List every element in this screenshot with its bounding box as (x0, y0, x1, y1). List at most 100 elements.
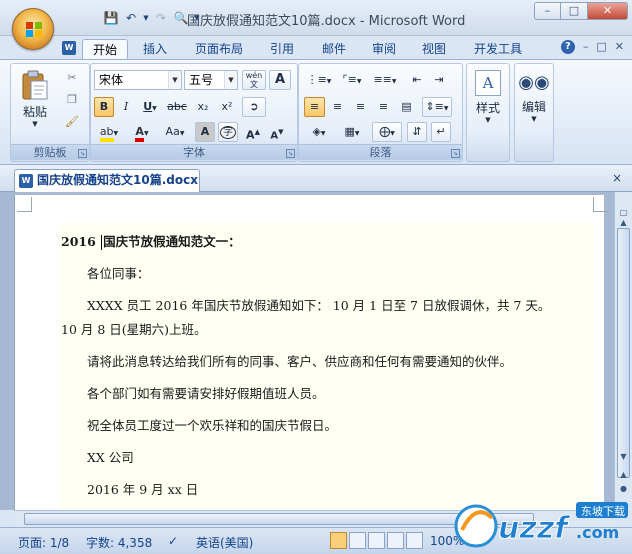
proofing-icon[interactable]: ✓ (168, 534, 178, 548)
tab-home[interactable]: 开始 (82, 39, 128, 60)
cut-icon[interactable]: ✂ (61, 68, 83, 88)
align-right-icon[interactable]: ≡ (350, 97, 371, 117)
align-left-icon[interactable]: ≡ (304, 97, 325, 117)
change-case-button[interactable]: Aa▼ (160, 122, 190, 142)
doc-paragraph[interactable]: 10 月 8 日(星期六)上班。 (61, 319, 207, 338)
word-count[interactable]: 字数: 4,358 (86, 534, 152, 551)
language-indicator[interactable]: 英语(美国) (196, 534, 253, 551)
tab-review[interactable]: 审阅 (364, 39, 404, 60)
underline-label: U (143, 100, 153, 113)
tab-references[interactable]: 引用 (262, 39, 302, 60)
clear-formatting-icon[interactable]: ➲ (242, 97, 266, 117)
multilevel-list-icon[interactable]: ≡≡▼ (370, 70, 400, 90)
character-shading-icon[interactable]: A (195, 122, 215, 142)
page-count[interactable]: 页面: 1/8 (18, 534, 69, 551)
font-launcher-icon[interactable]: ↘ (286, 149, 295, 158)
doc-paragraph[interactable]: 祝全体员工度过一个欢乐祥和的国庆节假日。 (87, 415, 337, 434)
scroll-down-icon[interactable]: ▼ (617, 450, 630, 464)
tab-developer[interactable]: 开发工具 (466, 39, 530, 60)
sort-icon[interactable]: ⇵ (407, 122, 427, 142)
tab-page-layout[interactable]: 页面布局 (190, 39, 248, 60)
web-layout-icon[interactable] (368, 532, 385, 549)
vertical-scrollbar[interactable]: □ ▲ ▼ ▲ ● (614, 192, 632, 510)
show-marks-icon[interactable]: ↵ (431, 122, 451, 142)
justify-icon[interactable]: ≡ (373, 97, 394, 117)
full-screen-reading-icon[interactable] (349, 532, 366, 549)
distributed-icon[interactable]: ▤ (396, 97, 417, 117)
binoculars-icon: ◉◉ (518, 72, 550, 93)
maximize-button[interactable]: □ (561, 2, 588, 20)
undo-icon[interactable]: ↶ (122, 9, 140, 27)
styles-button[interactable]: A 样式 ▼ (469, 68, 507, 138)
minimize-button[interactable]: – (534, 2, 561, 20)
superscript-button[interactable]: x² (216, 97, 238, 117)
strikethrough-button[interactable]: abc (164, 97, 190, 117)
line-spacing-icon[interactable]: ⇕≡▼ (422, 97, 452, 117)
styles-icon: A (475, 70, 501, 96)
chevron-down-icon: ▼ (224, 71, 237, 89)
doc-heading[interactable]: 2016 国庆节放假通知范文一： (61, 231, 241, 250)
quick-access-toolbar: 💾 ↶ ▼ ↷ 🔍 ▼ (60, 9, 202, 27)
increase-indent-icon[interactable]: ⇥ (429, 70, 449, 90)
outline-view-icon[interactable] (387, 532, 404, 549)
editing-button[interactable]: ◉◉ 编辑 ▼ (516, 68, 552, 138)
grow-font-icon[interactable]: A▲ (242, 122, 264, 142)
document-tab-close-icon[interactable]: × (612, 171, 622, 185)
tab-view[interactable]: 视图 (414, 39, 454, 60)
document-tab[interactable]: W 国庆放假通知范文10篇.docx (14, 169, 200, 192)
help-icon[interactable]: ? (560, 40, 575, 54)
save-icon[interactable]: 💾 (102, 9, 120, 27)
shading-icon[interactable]: ◈▼ (304, 122, 334, 142)
doc-paragraph[interactable]: 请将此消息转达给我们所有的同事、客户、供应商和任何有需要通知的伙伴。 (87, 351, 512, 370)
styles-label: 样式 (475, 101, 500, 115)
paste-label: 粘贴 (22, 105, 47, 119)
font-size-select[interactable]: 五号 ▼ (184, 70, 238, 90)
subscript-button[interactable]: x₂ (192, 97, 214, 117)
chevron-down-icon: ▼ (168, 71, 181, 89)
previous-page-icon[interactable]: ▲ (617, 468, 630, 482)
enclose-characters-icon[interactable]: 字 (218, 122, 238, 142)
font-color-button[interactable]: A▼ (127, 122, 157, 142)
dropdown-arrow-icon[interactable]: ▼ (142, 9, 150, 27)
doc-paragraph[interactable]: 各位同事： (87, 263, 150, 282)
redo-icon[interactable]: ↷ (152, 9, 170, 27)
format-painter-icon[interactable]: 🖌 (61, 112, 83, 132)
doc-paragraph[interactable]: 2016 年 9 月 xx 日 (87, 479, 198, 498)
ribbon-minimize-icon[interactable]: – (583, 40, 589, 54)
close-button[interactable]: ✕ (588, 2, 628, 20)
paragraph-launcher-icon[interactable]: ↘ (451, 149, 460, 158)
text-highlight-button[interactable]: ab▼ (94, 122, 124, 142)
doc-paragraph[interactable]: XX 公司 (87, 447, 134, 466)
editing-group: ◉◉ 编辑 ▼ (514, 63, 554, 162)
draft-view-icon[interactable] (406, 532, 423, 549)
tab-mailings[interactable]: 邮件 (314, 39, 354, 60)
numbering-icon[interactable]: ⌜≡▼ (337, 70, 367, 90)
office-button[interactable] (12, 8, 54, 50)
svg-text:uzzf: uzzf (498, 511, 571, 546)
decrease-indent-icon[interactable]: ⇤ (407, 70, 427, 90)
tab-insert[interactable]: 插入 (135, 39, 175, 60)
doc-paragraph[interactable]: XXXX 员工 2016 年国庆节放假通知如下： 10 月 1 日至 7 日放假… (87, 295, 550, 314)
font-name-select[interactable]: 宋体 ▼ (94, 70, 182, 90)
bold-button[interactable]: B (94, 97, 114, 117)
doc-paragraph[interactable]: 各个部门如有需要请安排好假期值班人员。 (87, 383, 325, 402)
styles-group: A 样式 ▼ (466, 63, 510, 162)
ribbon-restore-icon[interactable]: □ (596, 40, 606, 54)
underline-button[interactable]: U▼ (138, 97, 162, 117)
chinese-layout-icon[interactable]: ⨁▼ (372, 122, 402, 142)
align-center-icon[interactable]: ≡ (327, 97, 348, 117)
copy-icon[interactable]: ❐ (61, 90, 83, 110)
print-layout-icon[interactable] (330, 532, 347, 549)
bullets-icon[interactable]: ⋮≡▼ (304, 70, 334, 90)
phonetic-guide-button[interactable]: wén 文 (242, 70, 266, 90)
borders-icon[interactable]: ▦▼ (337, 122, 367, 142)
vertical-scroll-thumb[interactable] (617, 228, 630, 478)
paste-button[interactable]: 粘贴 ▼ (15, 67, 55, 129)
ribbon-close-icon[interactable]: ✕ (615, 40, 624, 54)
clipboard-launcher-icon[interactable]: ↘ (78, 149, 87, 158)
italic-button[interactable]: I (116, 97, 136, 117)
paragraph-group-label: 段落 (299, 144, 462, 160)
document-page[interactable]: 2016 国庆节放假通知范文一： 各位同事： XXXX 员工 2016 年国庆节… (14, 195, 608, 510)
character-border-button[interactable]: A (269, 70, 291, 90)
shrink-font-icon[interactable]: A▼ (266, 122, 288, 142)
